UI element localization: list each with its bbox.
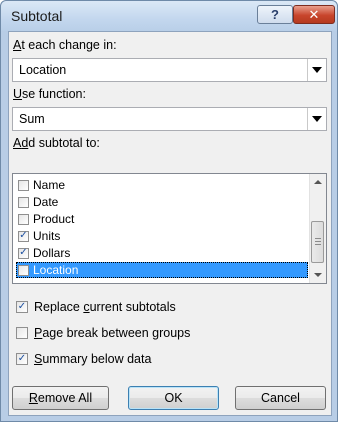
dialog-body: At each change in: Location Use function… (8, 31, 332, 416)
scroll-down-icon[interactable] (314, 273, 322, 277)
grip-line (315, 241, 321, 242)
list-scrollbar[interactable] (309, 174, 326, 283)
list-item-date[interactable]: Date (16, 194, 308, 210)
function-dropdown-arrow[interactable] (307, 108, 326, 130)
help-button[interactable]: ? (257, 5, 293, 24)
remove-all-button[interactable]: Remove All (12, 386, 109, 410)
dialog-title: Subtotal (11, 8, 63, 24)
group-by-dropdown[interactable]: Location (12, 58, 327, 82)
checkbox-product[interactable] (18, 213, 29, 225)
cancel-button[interactable]: Cancel (235, 386, 326, 410)
function-value: Sum (19, 112, 45, 126)
list-item-product[interactable]: Product (16, 211, 308, 227)
list-item-units[interactable]: ✓ Units (16, 228, 308, 244)
function-label: Use function: (13, 87, 86, 101)
checkbox-units[interactable]: ✓ (18, 230, 29, 242)
group-by-value: Location (19, 63, 67, 77)
summary-below-option[interactable]: ✓ Summary below data (16, 352, 151, 366)
subtotal-field-list[interactable]: Name Date Product ✓ Units ✓ Dollars Loca… (12, 173, 327, 284)
checkbox-location[interactable] (18, 264, 29, 276)
scroll-up-icon[interactable] (314, 180, 322, 184)
page-break-checkbox[interactable] (16, 327, 28, 339)
scroll-thumb[interactable] (311, 221, 324, 263)
close-button[interactable]: ✕ (293, 5, 335, 24)
list-item-location[interactable]: Location (16, 262, 308, 278)
checkbox-name[interactable] (18, 179, 29, 191)
summary-below-checkbox[interactable]: ✓ (16, 353, 28, 365)
page-break-option[interactable]: Page break between groups (16, 326, 190, 340)
chevron-down-icon (312, 67, 322, 73)
subtotal-to-label: Add subtotal to: (13, 136, 100, 150)
ok-button[interactable]: OK (128, 386, 219, 410)
grip-line (315, 244, 321, 245)
group-by-label: At each change in: (13, 38, 117, 52)
subtotal-dialog: Subtotal ? ✕ At each change in: Location… (0, 0, 338, 422)
list-item-name[interactable]: Name (16, 177, 308, 193)
page-break-label: Page break between groups (34, 326, 191, 340)
checkbox-date[interactable] (18, 196, 29, 208)
close-icon: ✕ (308, 6, 320, 22)
replace-subtotals-label: Replace current subtotals (34, 300, 176, 314)
replace-subtotals-option[interactable]: ✓ Replace current subtotals (16, 300, 176, 314)
checkbox-dollars[interactable]: ✓ (18, 247, 29, 259)
help-icon: ? (271, 7, 279, 22)
list-item-dollars[interactable]: ✓ Dollars (16, 245, 308, 261)
replace-subtotals-checkbox[interactable]: ✓ (16, 301, 28, 313)
group-by-dropdown-arrow[interactable] (307, 59, 326, 81)
title-bar[interactable]: Subtotal ? ✕ (1, 1, 337, 31)
function-dropdown[interactable]: Sum (12, 107, 327, 131)
summary-below-label: Summary below data (34, 352, 152, 366)
chevron-down-icon (312, 116, 322, 122)
grip-line (315, 238, 321, 239)
